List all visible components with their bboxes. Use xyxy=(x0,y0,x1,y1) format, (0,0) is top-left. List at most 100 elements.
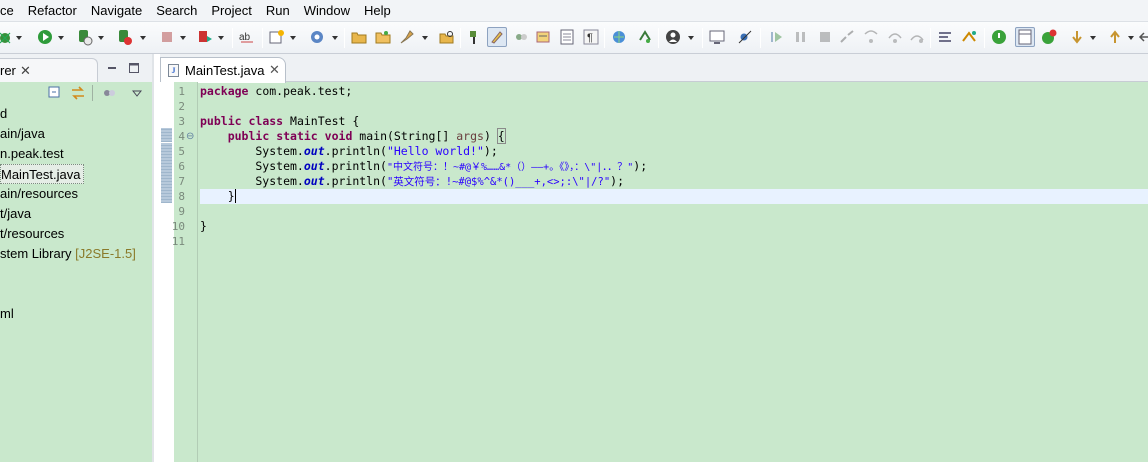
collapse-all-icon[interactable] xyxy=(48,86,62,100)
show-whitespace-icon[interactable]: ¶ xyxy=(582,28,600,46)
menu-search[interactable]: Search xyxy=(149,0,204,22)
keyword: package xyxy=(200,84,249,98)
tree-item[interactable]: t/resources xyxy=(0,224,64,244)
highlight-icon[interactable] xyxy=(487,27,507,47)
menu-project[interactable]: Project xyxy=(204,0,258,22)
drop-to-frame-icon[interactable] xyxy=(960,28,978,46)
library-label: stem Library xyxy=(0,246,72,261)
open-resource-icon[interactable] xyxy=(374,28,392,46)
skip-breakpoints-icon[interactable] xyxy=(736,28,754,46)
coverage-icon[interactable] xyxy=(76,28,94,46)
line-number: 3 xyxy=(178,115,185,128)
debug-icon[interactable] xyxy=(0,28,14,46)
suspend-icon[interactable] xyxy=(792,28,810,46)
external-tools-dropdown-icon[interactable] xyxy=(140,36,146,40)
link-with-editor-icon[interactable] xyxy=(70,85,86,101)
tree-item[interactable]: ain/resources xyxy=(0,184,78,204)
new-wizard-dropdown-icon[interactable] xyxy=(290,36,296,40)
fold-collapse-icon[interactable]: ⊖ xyxy=(186,129,194,144)
menu-window[interactable]: Window xyxy=(297,0,357,22)
back-icon[interactable] xyxy=(1136,28,1148,46)
external-tools-icon[interactable] xyxy=(116,28,134,46)
menu-help[interactable]: Help xyxy=(357,0,398,22)
toggle-mark-occurrences-icon[interactable] xyxy=(466,28,484,46)
step-over-icon[interactable] xyxy=(886,28,904,46)
code-text: .println( xyxy=(324,144,387,158)
previous-edit-location-icon[interactable] xyxy=(1106,28,1124,46)
tree-item[interactable]: ml xyxy=(0,304,14,324)
package-explorer-scrollbar[interactable] xyxy=(152,54,154,462)
block-selection-icon[interactable] xyxy=(558,28,576,46)
menu-refactor[interactable]: Refactor xyxy=(21,0,84,22)
open-task-icon[interactable] xyxy=(398,28,416,46)
error-log-icon[interactable] xyxy=(1040,28,1058,46)
package-explorer-tab[interactable]: rer ✕ xyxy=(0,58,98,82)
menu-navigate[interactable]: Navigate xyxy=(84,0,149,22)
tree-item-selected[interactable]: MainTest.java xyxy=(0,164,85,184)
console-icon[interactable] xyxy=(708,28,726,46)
step-return-icon[interactable] xyxy=(908,28,926,46)
code-line-5: System.out.println("Hello world!"); xyxy=(200,144,497,159)
web-browser-icon[interactable] xyxy=(610,28,628,46)
terminate-icon[interactable] xyxy=(816,28,834,46)
tree-item[interactable]: n.peak.test xyxy=(0,144,64,164)
server-start-icon[interactable] xyxy=(990,28,1008,46)
line-number: 11 xyxy=(171,235,185,248)
code-text: .println( xyxy=(324,159,387,173)
tree-item-library[interactable]: stem Library [J2SE-1.5] xyxy=(0,244,136,264)
minimize-icon[interactable] xyxy=(106,62,118,74)
refresh-icon[interactable] xyxy=(636,28,654,46)
menu-source[interactable]: ce xyxy=(0,0,21,22)
open-task-dropdown-icon[interactable] xyxy=(422,36,428,40)
maximize-icon[interactable] xyxy=(128,62,140,74)
toggle-breadcrumb-icon[interactable] xyxy=(1015,27,1035,47)
stop-dropdown-icon[interactable] xyxy=(180,36,186,40)
new-server-dropdown-icon[interactable] xyxy=(332,36,338,40)
user-dropdown-icon[interactable] xyxy=(688,36,694,40)
close-icon[interactable]: ✕ xyxy=(269,62,280,78)
user-icon[interactable] xyxy=(664,28,682,46)
main-toolbar: ab ¶ xyxy=(0,22,1148,54)
new-server-icon[interactable] xyxy=(308,28,326,46)
line-number: 4 xyxy=(178,130,185,143)
line-number: 1 xyxy=(178,85,185,98)
package-explorer-tab-label: rer xyxy=(0,63,16,78)
spell-check-icon[interactable]: ab xyxy=(238,28,256,46)
view-menu-icon[interactable] xyxy=(132,90,142,98)
server-run-icon[interactable] xyxy=(196,28,214,46)
open-type-icon[interactable] xyxy=(350,28,368,46)
package-explorer-header: rer ✕ xyxy=(0,54,154,82)
run-dropdown-icon[interactable] xyxy=(58,36,64,40)
code-area[interactable]: 1 2 3 4 5 6 7 8 9 10 11 ⊖ package com.pe… xyxy=(160,82,1148,462)
use-step-filters-icon[interactable] xyxy=(936,28,954,46)
server-run-dropdown-icon[interactable] xyxy=(218,36,224,40)
toggle-ant-icon[interactable] xyxy=(512,28,530,46)
resume-icon[interactable] xyxy=(768,28,786,46)
close-icon[interactable]: ✕ xyxy=(20,63,31,79)
debug-dropdown-icon[interactable] xyxy=(16,36,22,40)
next-annotation-icon[interactable] xyxy=(534,28,552,46)
line-number: 5 xyxy=(178,145,185,158)
next-edit-location-icon[interactable] xyxy=(1068,28,1086,46)
disconnect-icon[interactable] xyxy=(838,28,856,46)
static-field: out xyxy=(303,174,325,188)
package-explorer-panel: rer ✕ d ain/java n.peak.test MainTest.ja… xyxy=(0,54,154,462)
previous-edit-dropdown-icon[interactable] xyxy=(1128,36,1134,40)
search-icon[interactable] xyxy=(438,28,456,46)
focus-active-task-icon[interactable] xyxy=(102,86,116,100)
code-line-7: System.out.println("英文符号：!~#@$%^&*()___+… xyxy=(200,174,624,189)
keyword: class xyxy=(248,114,284,128)
next-edit-dropdown-icon[interactable] xyxy=(1090,36,1096,40)
run-icon[interactable] xyxy=(36,28,54,46)
new-wizard-icon[interactable] xyxy=(268,28,286,46)
stop-icon[interactable] xyxy=(158,28,176,46)
editor-tab-maintest[interactable]: J MainTest.java ✕ xyxy=(160,57,286,83)
coverage-dropdown-icon[interactable] xyxy=(98,36,104,40)
tree-item[interactable]: ain/java xyxy=(0,124,45,144)
menu-run[interactable]: Run xyxy=(259,0,297,22)
tree-item[interactable]: t/java xyxy=(0,204,31,224)
step-into-icon[interactable] xyxy=(862,28,880,46)
text-caret xyxy=(234,189,236,203)
tree-item[interactable]: d xyxy=(0,104,7,124)
